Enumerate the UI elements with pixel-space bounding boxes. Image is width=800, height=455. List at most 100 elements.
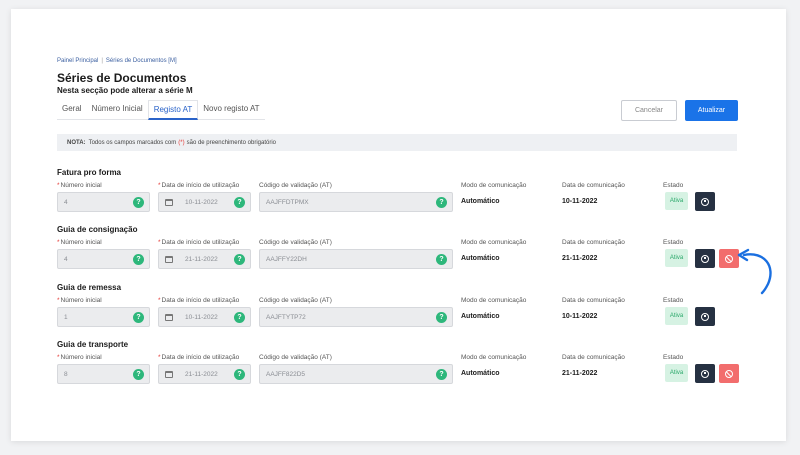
codigo-validacao-label: Código de validação (AT) [259, 182, 332, 189]
ban-icon [725, 254, 733, 263]
codigo-validacao-field[interactable]: AAJFFDTPMX? [259, 192, 453, 212]
required-star: * [158, 182, 161, 189]
section-title: Guia de transporte [57, 340, 129, 349]
required-star: * [158, 239, 161, 246]
numero-inicial-field[interactable]: 4? [57, 192, 150, 212]
numero-inicial-value: 4 [64, 256, 68, 263]
data-inicio-label-text: Data de início de utilização [161, 182, 240, 189]
ban-icon [725, 369, 733, 378]
data-comunicacao-label: Data de comunicação [562, 354, 625, 361]
data-inicio-label-text: Data de início de utilização [161, 354, 240, 361]
help-icon[interactable]: ? [436, 312, 447, 323]
estado-label: Estado [663, 182, 684, 189]
codigo-validacao-value: AAJFFY22DH [266, 256, 307, 263]
numero-inicial-label: *Número inicial [57, 239, 102, 246]
help-icon[interactable]: ? [234, 254, 245, 265]
data-inicio-value: 21-11-2022 [185, 256, 218, 263]
calendar-icon[interactable] [165, 314, 173, 321]
help-icon[interactable]: ? [133, 254, 144, 265]
data-inicio-field[interactable]: 21-11-2022? [158, 364, 251, 384]
help-icon[interactable]: ? [436, 197, 447, 208]
calendar-icon[interactable] [165, 256, 173, 263]
breadcrumb: Painel Principal | Séries de Documentos [M… [57, 58, 177, 64]
estado-label: Estado [663, 297, 684, 304]
codigo-validacao-field[interactable]: AAJFFY22DH? [259, 249, 453, 269]
help-icon[interactable]: ? [133, 312, 144, 323]
cancel-button[interactable]: Cancelar [621, 100, 677, 121]
modo-comunicacao-label: Modo de comunicação [461, 239, 527, 246]
page-subtitle: Nesta secção pode alterar a série M [57, 86, 193, 95]
tab-geral[interactable]: Geral [57, 100, 87, 120]
tab-novo-registo-at[interactable]: Novo registo AT [198, 100, 265, 120]
data-inicio-field[interactable]: 10-11-2022? [158, 307, 251, 327]
data-inicio-field[interactable]: 21-11-2022? [158, 249, 251, 269]
stop-button[interactable] [695, 249, 715, 268]
page-title: Séries de Documentos [57, 71, 187, 85]
tab-numero-inicial[interactable]: Número Inicial [86, 100, 148, 120]
section-title: Guia de consignação [57, 225, 138, 234]
numero-inicial-label-text: Número inicial [60, 297, 102, 304]
data-inicio-label: *Data de início de utilização [158, 239, 239, 246]
modo-comunicacao-value: Automático [461, 313, 500, 320]
data-comunicacao-label: Data de comunicação [562, 297, 625, 304]
help-icon[interactable]: ? [436, 369, 447, 380]
numero-inicial-label: *Número inicial [57, 354, 102, 361]
data-inicio-label: *Data de início de utilização [158, 354, 239, 361]
help-icon[interactable]: ? [234, 197, 245, 208]
numero-inicial-value: 1 [64, 314, 68, 321]
codigo-validacao-label: Código de validação (AT) [259, 297, 332, 304]
status-badge: Ativa [665, 364, 688, 382]
stop-circle-icon [701, 369, 709, 378]
modo-comunicacao-label: Modo de comunicação [461, 354, 527, 361]
data-inicio-value: 10-11-2022 [185, 199, 218, 206]
codigo-validacao-field[interactable]: AAJFTYTP72? [259, 307, 453, 327]
codigo-validacao-value: AAJFF822D5 [266, 371, 306, 378]
stop-button[interactable] [695, 192, 715, 211]
modo-comunicacao-label: Modo de comunicação [461, 297, 527, 304]
calendar-icon[interactable] [165, 371, 173, 378]
modo-comunicacao-value: Automático [461, 370, 500, 377]
help-icon[interactable]: ? [133, 197, 144, 208]
data-comunicacao-value: 10-11-2022 [562, 313, 598, 320]
data-comunicacao-value: 21-11-2022 [562, 370, 598, 377]
help-icon[interactable]: ? [436, 254, 447, 265]
numero-inicial-field[interactable]: 1? [57, 307, 150, 327]
required-star: * [158, 297, 161, 304]
numero-inicial-label-text: Número inicial [60, 239, 102, 246]
cancel-series-button[interactable] [719, 364, 739, 383]
numero-inicial-field[interactable]: 8? [57, 364, 150, 384]
data-inicio-field[interactable]: 10-11-2022? [158, 192, 251, 212]
help-icon[interactable]: ? [234, 369, 245, 380]
required-fields-note: NOTA: Todos os campos marcados com (*) s… [57, 134, 737, 151]
help-icon[interactable]: ? [234, 312, 245, 323]
section-title: Guia de remessa [57, 283, 122, 292]
data-comunicacao-value: 10-11-2022 [562, 198, 598, 205]
numero-inicial-value: 4 [64, 199, 68, 206]
required-star: * [57, 354, 60, 361]
series-section: Guia de consignação *Número inicial *Data … [57, 225, 747, 281]
calendar-icon[interactable] [165, 199, 173, 206]
note-required-marker: (*) [178, 139, 185, 146]
section-title: Fatura pro forma [57, 168, 122, 177]
required-star: * [57, 182, 60, 189]
stop-button[interactable] [695, 364, 715, 383]
modo-comunicacao-value: Automático [461, 198, 500, 205]
numero-inicial-field[interactable]: 4? [57, 249, 150, 269]
series-section: Guia de remessa *Número inicial *Data de i… [57, 283, 747, 339]
stop-circle-icon [701, 254, 709, 263]
tab-registo-at[interactable]: Registo AT [147, 100, 199, 120]
help-icon[interactable]: ? [133, 369, 144, 380]
breadcrumb-current[interactable]: Séries de Documentos [M] [106, 58, 177, 64]
data-inicio-label: *Data de início de utilização [158, 297, 239, 304]
codigo-validacao-label: Código de validação (AT) [259, 354, 332, 361]
required-star: * [57, 297, 60, 304]
codigo-validacao-field[interactable]: AAJFF822D5? [259, 364, 453, 384]
data-comunicacao-value: 21-11-2022 [562, 255, 598, 262]
codigo-validacao-value: AAJFFDTPMX [266, 199, 309, 206]
status-badge: Ativa [665, 192, 688, 210]
stop-circle-icon [701, 197, 709, 206]
update-button[interactable]: Atualizar [685, 100, 738, 121]
breadcrumb-home-link[interactable]: Painel Principal [57, 58, 98, 64]
stop-button[interactable] [695, 307, 715, 326]
data-inicio-label-text: Data de início de utilização [161, 297, 240, 304]
